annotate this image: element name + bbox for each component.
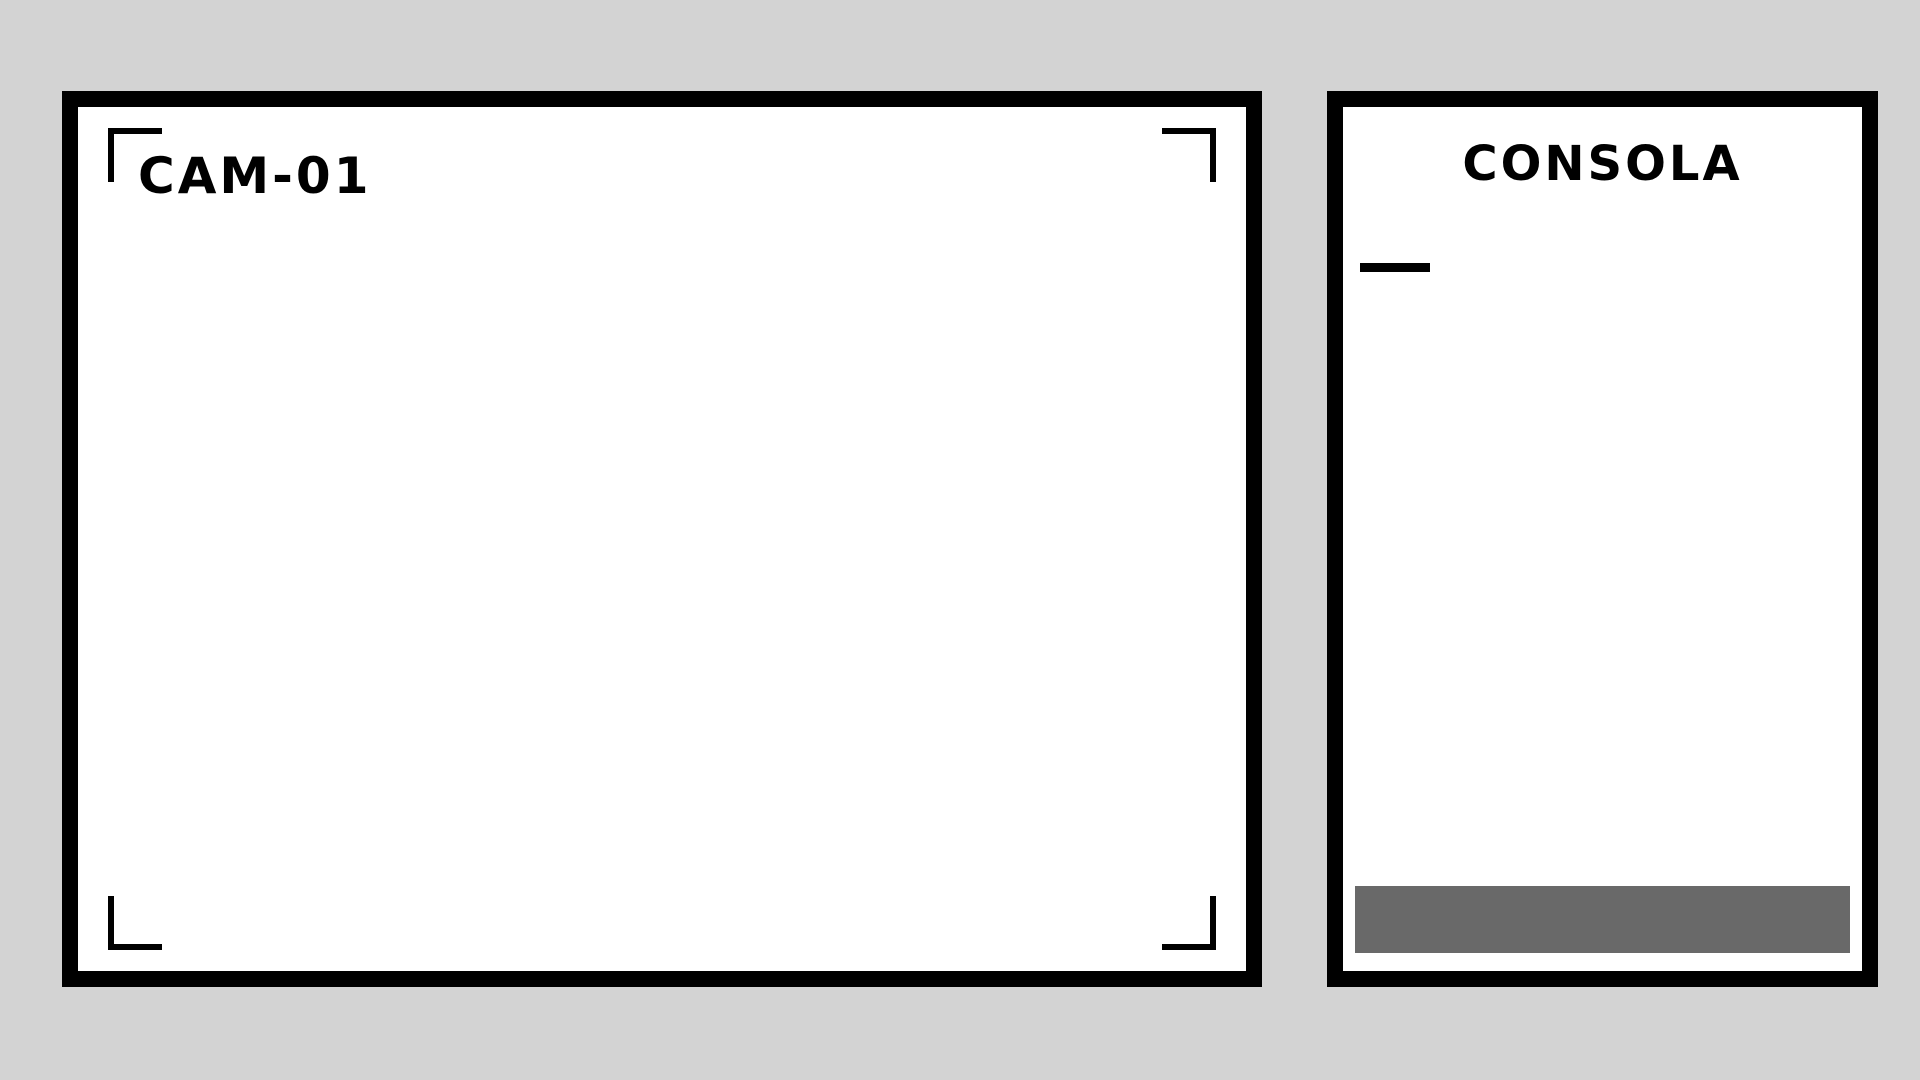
console-cursor bbox=[1360, 263, 1430, 272]
viewfinder-corner-bottom-left bbox=[108, 896, 162, 950]
console-title: CONSOLA bbox=[1462, 136, 1743, 192]
viewfinder-corner-bottom-right bbox=[1162, 896, 1216, 950]
console-output bbox=[1360, 293, 1845, 861]
camera-label: CAM-01 bbox=[138, 147, 372, 205]
console-panel: CONSOLA bbox=[1327, 91, 1878, 987]
camera-viewport: CAM-01 bbox=[62, 91, 1262, 987]
viewfinder-corner-top-right bbox=[1162, 128, 1216, 182]
console-command-input[interactable] bbox=[1355, 886, 1850, 953]
